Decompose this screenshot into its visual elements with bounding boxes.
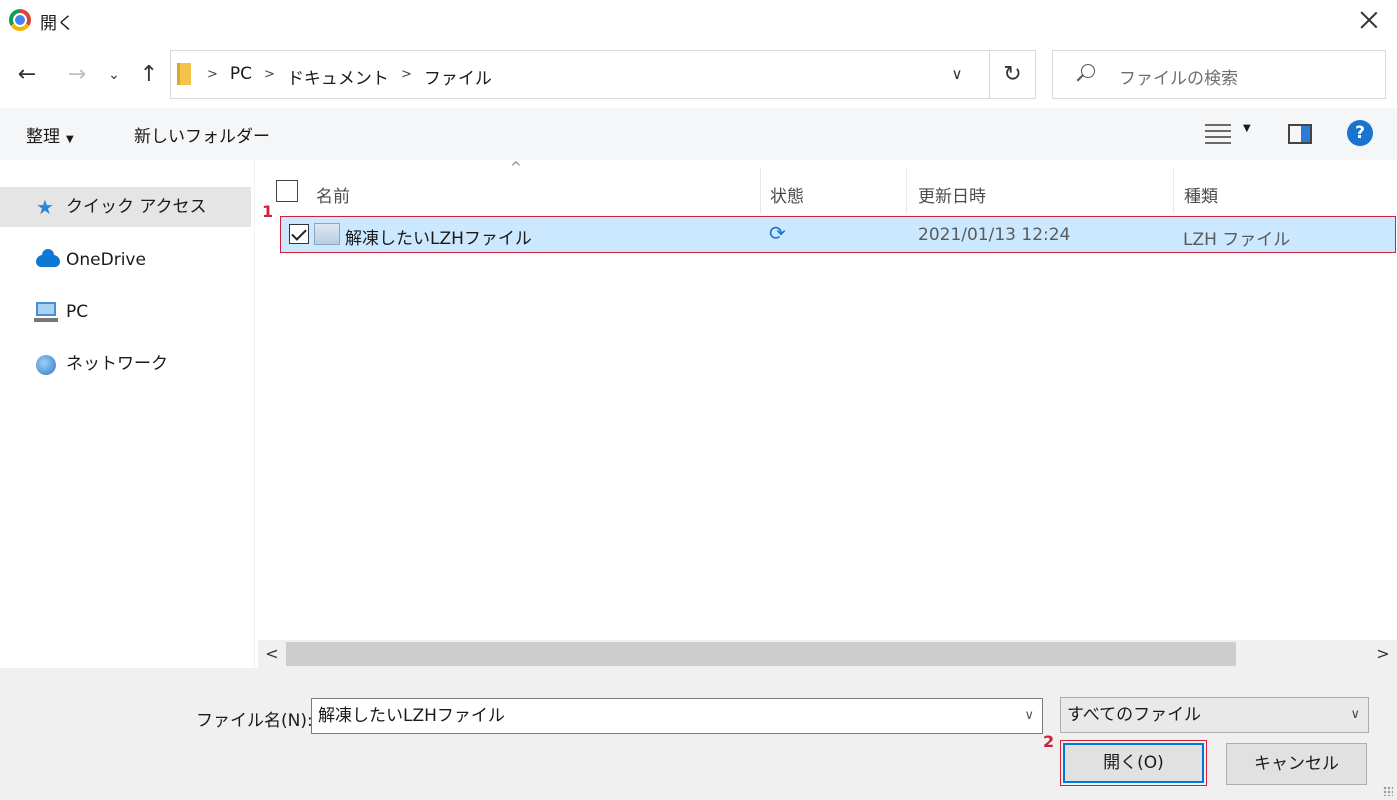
scroll-thumb[interactable] <box>286 642 1236 666</box>
new-folder-button[interactable]: 新しいフォルダー <box>134 122 270 147</box>
folder-icon <box>177 63 191 85</box>
file-name: 解凍したいLZHファイル <box>345 229 532 249</box>
search-icon <box>1081 64 1095 78</box>
breadcrumb: > PC > ドキュメント > ファイル <box>207 64 492 89</box>
nav-item-network[interactable]: ネットワーク <box>0 344 251 384</box>
file-list: ^ 名前 状態 更新日時 種類 1 解凍したいLZHファイル ⟳ 2021/01… <box>258 160 1397 640</box>
nav-item-onedrive[interactable]: OneDrive <box>0 240 251 280</box>
nav-item-quick-access[interactable]: ★ クイック アクセス <box>0 187 251 227</box>
search-input[interactable]: ファイルの検索 <box>1052 50 1386 99</box>
command-toolbar: 整理 ▼ 新しいフォルダー ▼ <box>0 108 1397 160</box>
pc-icon <box>34 302 58 322</box>
organize-menu-button[interactable]: 整理 ▼ <box>26 122 74 147</box>
forward-arrow-icon[interactable]: → <box>62 60 92 90</box>
nav-item-label: PC <box>66 302 89 322</box>
filename-label: ファイル名(N): <box>196 711 313 731</box>
horizontal-scrollbar[interactable]: < > <box>258 640 1397 668</box>
open-button-highlight: 開く(O) <box>1060 740 1207 786</box>
filename-value: 解凍したいLZHファイル <box>318 706 505 726</box>
scroll-left-icon[interactable]: < <box>258 640 286 668</box>
cancel-button[interactable]: キャンセル <box>1226 743 1367 785</box>
open-button[interactable]: 開く(O) <box>1063 743 1204 783</box>
chrome-icon <box>9 9 31 31</box>
breadcrumb-separator-icon: > <box>264 67 275 82</box>
breadcrumb-separator-icon: > <box>207 67 218 82</box>
column-header-type[interactable]: 種類 <box>1184 182 1218 207</box>
nav-item-pc[interactable]: PC <box>0 292 251 332</box>
scroll-right-icon[interactable]: > <box>1369 640 1397 668</box>
breadcrumb-documents[interactable]: ドキュメント <box>287 64 389 89</box>
filetype-chevron-icon: ∨ <box>1350 707 1360 722</box>
address-bar[interactable]: > PC > ドキュメント > ファイル ∨ <box>170 50 990 99</box>
file-modified: 2021/01/13 12:24 <box>918 225 1071 245</box>
filetype-value: すべてのファイル <box>1067 705 1202 725</box>
window-title: 開く <box>40 14 74 34</box>
filetype-select[interactable]: すべてのファイル ∨ <box>1060 697 1369 733</box>
lzh-file-icon <box>314 223 340 245</box>
preview-pane-icon[interactable] <box>1288 124 1312 144</box>
back-arrow-icon[interactable]: ← <box>12 60 42 90</box>
column-header-name[interactable]: 名前 <box>316 182 350 207</box>
nav-item-label: ネットワーク <box>66 354 168 374</box>
breadcrumb-files[interactable]: ファイル <box>424 64 492 89</box>
caret-down-icon: ▼ <box>66 134 74 145</box>
column-divider[interactable] <box>1173 168 1174 214</box>
navigation-pane: ★ クイック アクセス OneDrive PC ネットワーク <box>0 160 255 668</box>
select-all-checkbox[interactable] <box>276 180 298 202</box>
nav-item-label: OneDrive <box>66 250 146 270</box>
view-options-icon[interactable] <box>1205 124 1231 144</box>
help-icon[interactable]: ? <box>1347 120 1373 146</box>
column-headers: 名前 状態 更新日時 種類 <box>258 168 1388 214</box>
row-checkbox[interactable] <box>289 224 309 244</box>
star-icon: ★ <box>36 195 54 219</box>
dialog-footer: ファイル名(N): 解凍したいLZHファイル ∨ すべてのファイル ∨ 2 開く… <box>0 668 1397 800</box>
cloud-icon <box>36 249 60 267</box>
resize-grip-icon[interactable] <box>1383 786 1393 796</box>
recent-locations-chevron-icon[interactable]: ⌄ <box>104 60 124 90</box>
filename-input[interactable]: 解凍したいLZHファイル ∨ <box>311 698 1043 734</box>
column-header-status[interactable]: 状態 <box>770 182 804 207</box>
annotation-badge-2: 2 <box>1043 732 1055 751</box>
nav-item-label: クイック アクセス <box>66 197 207 217</box>
table-row[interactable]: 解凍したいLZHファイル ⟳ 2021/01/13 12:24 LZH ファイル <box>280 216 1396 253</box>
network-icon <box>36 355 56 375</box>
column-divider[interactable] <box>906 168 907 214</box>
column-header-modified[interactable]: 更新日時 <box>918 182 986 207</box>
view-options-caret-icon[interactable]: ▼ <box>1243 123 1251 134</box>
sync-icon: ⟳ <box>769 221 786 245</box>
up-arrow-icon[interactable]: ↑ <box>134 60 164 90</box>
column-divider[interactable] <box>760 168 761 214</box>
refresh-icon: ↻ <box>1003 62 1022 87</box>
refresh-button[interactable]: ↻ <box>990 50 1036 99</box>
filename-dropdown-chevron-icon[interactable]: ∨ <box>1024 699 1034 733</box>
close-button[interactable] <box>1355 6 1383 34</box>
address-dropdown-chevron-icon[interactable]: ∨ <box>925 51 989 98</box>
annotation-badge-1: 1 <box>262 202 274 221</box>
breadcrumb-separator-icon: > <box>400 67 412 82</box>
file-type: LZH ファイル <box>1183 230 1291 250</box>
organize-label: 整理 <box>26 127 60 147</box>
search-placeholder: ファイルの検索 <box>1119 69 1238 89</box>
breadcrumb-pc[interactable]: PC <box>230 64 252 89</box>
title-bar: 開く <box>0 0 1397 40</box>
